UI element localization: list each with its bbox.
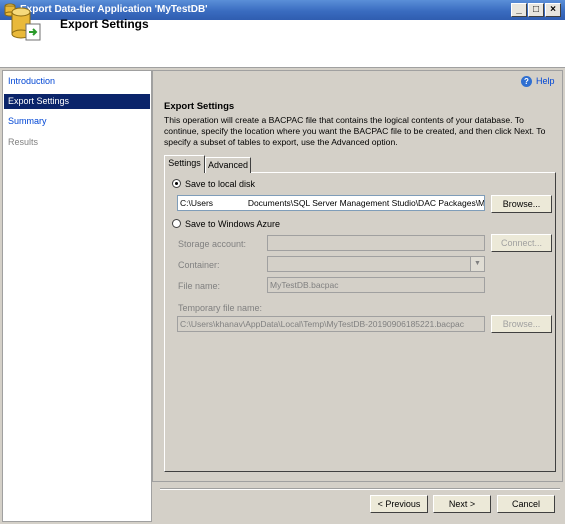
container-label: Container: <box>178 260 220 270</box>
local-path-input[interactable]: C:\Users Documents\SQL Server Management… <box>177 195 485 211</box>
database-export-icon <box>11 7 41 41</box>
save-local-label: Save to local disk <box>185 179 256 189</box>
next-button[interactable]: Next > <box>433 495 491 513</box>
storage-account-field <box>267 235 485 251</box>
window-title: Export Data-tier Application 'MyTestDB' <box>20 4 208 15</box>
cancel-button[interactable]: Cancel <box>497 495 555 513</box>
local-path-value-start: C:\Users <box>180 198 214 208</box>
chevron-down-icon: ▼ <box>470 257 484 271</box>
section-title: Export Settings <box>164 101 235 112</box>
save-azure-radio[interactable] <box>172 219 181 228</box>
browse-local-button[interactable]: Browse... <box>491 195 552 213</box>
temp-file-label: Temporary file name: <box>178 303 263 313</box>
help-icon[interactable]: ? <box>521 76 532 87</box>
radio-selected-dot <box>175 182 178 185</box>
previous-button[interactable]: < Previous <box>370 495 428 513</box>
save-azure-label: Save to Windows Azure <box>185 219 281 229</box>
nav-item-results: Results <box>8 137 39 147</box>
file-name-label: File name: <box>178 281 221 291</box>
file-name-field: MyTestDB.bacpac <box>267 277 485 293</box>
footer-divider <box>160 488 560 490</box>
maximize-button[interactable]: □ <box>528 3 544 17</box>
nav-item-export-settings[interactable]: Export Settings <box>4 94 150 109</box>
minimize-button[interactable]: _ <box>511 3 527 17</box>
storage-account-label: Storage account: <box>178 239 247 249</box>
container-select: ▼ <box>267 256 485 272</box>
browse-azure-button: Browse... <box>491 315 552 333</box>
save-local-radio[interactable] <box>172 179 181 188</box>
help-link[interactable]: Help <box>536 76 555 86</box>
tab-settings[interactable]: Settings <box>164 155 205 173</box>
page-title: Export Settings <box>60 17 149 31</box>
nav-item-introduction[interactable]: Introduction <box>4 74 150 89</box>
tab-advanced[interactable]: Advanced <box>205 157 251 173</box>
section-description: This operation will create a BACPAC file… <box>164 115 546 147</box>
temp-file-field: C:\Users\khanav\AppData\Local\Temp\MyTes… <box>177 316 485 332</box>
connect-button: Connect... <box>491 234 552 252</box>
local-path-value-end: Documents\SQL Server Management Studio\D… <box>247 198 485 208</box>
nav-item-summary[interactable]: Summary <box>4 114 150 129</box>
close-button[interactable]: × <box>545 3 561 17</box>
